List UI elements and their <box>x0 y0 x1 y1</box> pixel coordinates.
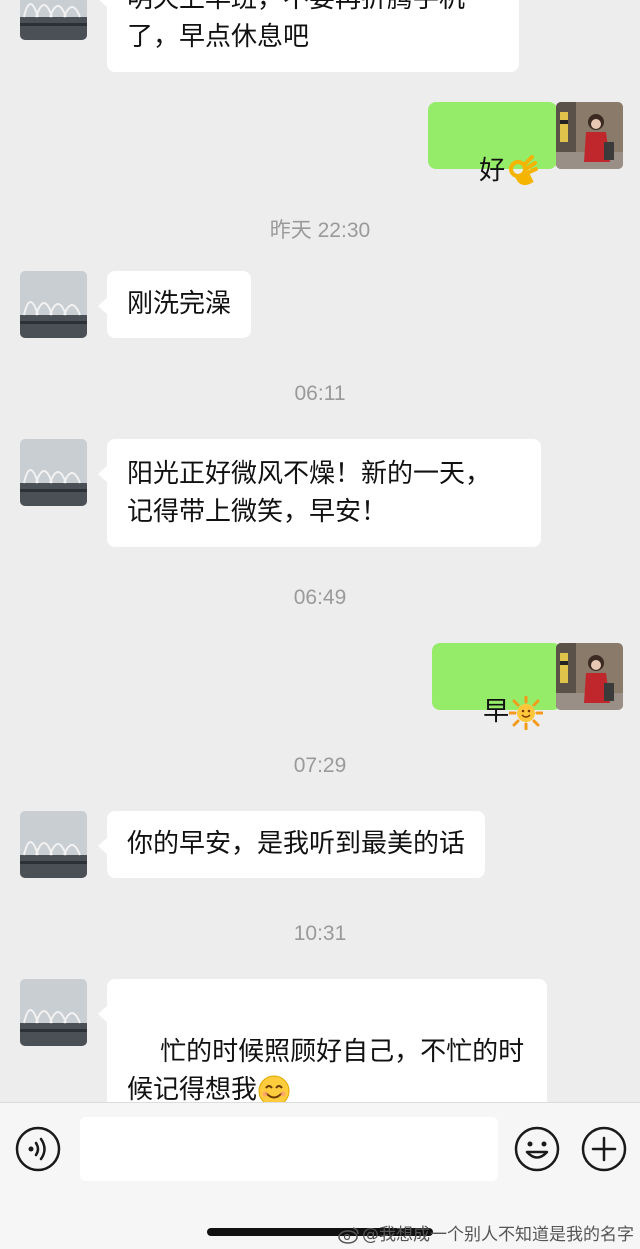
contact-avatar[interactable] <box>20 271 87 338</box>
message-bubble[interactable]: 阳光正好微风不燥！新的一天， 记得带上微笑，早安！ <box>98 439 541 547</box>
contact-avatar[interactable] <box>20 439 87 506</box>
chat-timestamp: 10:31 <box>293 922 347 945</box>
message-bubble-self[interactable]: 早 <box>432 643 571 730</box>
message-input[interactable] <box>80 1117 498 1181</box>
watermark: @我想成一个别人不知道是我的名字 <box>338 1220 634 1245</box>
message-bubble[interactable]: 刚洗完澡 <box>97 271 252 338</box>
self-avatar[interactable] <box>556 643 623 710</box>
message-bubble[interactable]: 你的早安，是我听到最美的话 <box>97 811 486 878</box>
plus-icon[interactable] <box>581 1126 627 1172</box>
voice-icon[interactable] <box>15 1126 61 1172</box>
message-text: 好 <box>479 156 506 186</box>
message-bubble-self[interactable]: 好 <box>428 102 567 186</box>
emoji-face-icon[interactable] <box>514 1126 560 1172</box>
sun-emoji <box>509 695 544 730</box>
chat-timestamp: 06:11 <box>294 382 346 405</box>
weibo-logo-icon <box>338 1227 359 1244</box>
watermark-text: @我想成一个别人不知道是我的名字 <box>362 1225 634 1245</box>
contact-avatar[interactable] <box>20 811 87 878</box>
message-bubble[interactable]: 明天上早班，不要再折腾手机 了，早点休息吧 <box>98 0 519 72</box>
chat-timestamp: 07:29 <box>293 754 347 777</box>
self-avatar[interactable] <box>556 102 623 169</box>
chat-area[interactable]: 明天上早班，不要再折腾手机 了，早点休息吧 好 昨天 22:30 刚洗完澡 06… <box>0 0 640 1102</box>
message-bubble[interactable]: 忙的时候照顾好自己，不忙的时 候记得想我 <box>98 979 547 1102</box>
ok-hand-emoji <box>509 154 539 185</box>
smile-emoji <box>258 1075 290 1102</box>
message-text: 早 <box>483 697 510 727</box>
contact-avatar[interactable] <box>20 0 87 40</box>
chat-timestamp: 06:49 <box>293 586 347 609</box>
contact-avatar[interactable] <box>20 979 87 1046</box>
message-text: 忙的时候照顾好自己，不忙的时 候记得想我 <box>127 1037 525 1102</box>
chat-timestamp: 昨天 22:30 <box>269 219 371 242</box>
